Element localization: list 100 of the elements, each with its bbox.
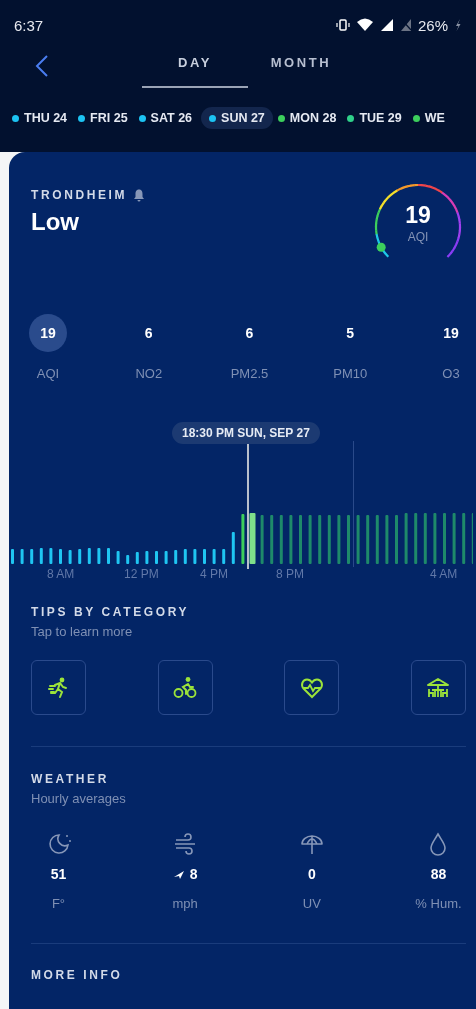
chart-bar	[327, 515, 331, 564]
chart-bar	[241, 514, 245, 564]
moon-icon	[46, 832, 71, 856]
chart-bar	[39, 548, 43, 564]
chart-bar	[366, 515, 370, 564]
section-subtitle: Hourly averages	[31, 791, 127, 806]
axis-label: 4 PM	[200, 567, 228, 581]
weather-value: 88	[430, 866, 447, 882]
chart-bar	[414, 513, 418, 564]
vibrate-icon	[335, 18, 350, 32]
weather-value: 0	[307, 866, 316, 882]
section-title: TIPS BY CATEGORY	[31, 605, 191, 619]
chart-bar	[164, 551, 168, 564]
day-chip[interactable]: WE	[410, 107, 451, 129]
chart-bar	[126, 555, 130, 564]
bell-icon[interactable]	[133, 188, 146, 202]
chart-bar	[193, 549, 197, 564]
pollutant-label: PM2.5	[230, 366, 269, 381]
chart-bar	[289, 515, 293, 564]
pollutant-label: O3	[442, 366, 460, 381]
wifi-icon	[355, 18, 374, 32]
chart-bar	[318, 515, 322, 564]
chart-bar	[145, 551, 149, 564]
direction-arrow-icon	[172, 868, 185, 880]
weather-value: 8	[189, 866, 198, 882]
chart-bar	[443, 513, 446, 564]
pollutant-value[interactable]: 19	[432, 314, 470, 352]
pollutant-value[interactable]: 5	[331, 314, 370, 352]
chart-bar	[116, 551, 120, 564]
air-quality-rating: Low	[31, 208, 80, 236]
back-icon	[35, 54, 49, 78]
time-tooltip: 18:30 PM SUN, SEP 27	[172, 422, 320, 444]
day-chip[interactable]: MON 28	[275, 107, 343, 129]
chart-bar	[270, 515, 274, 564]
wind-icon	[173, 832, 198, 856]
status-time: 6:37	[14, 16, 44, 34]
chart-bar	[249, 513, 256, 564]
chart-bar	[433, 513, 437, 564]
city-name: TRONDHEIM	[31, 188, 128, 202]
day-chip[interactable]: FRI 25	[76, 107, 134, 129]
pollutant-label: AQI	[36, 366, 60, 381]
chart-bar	[59, 549, 62, 564]
no-signal-icon	[399, 18, 412, 32]
chart-bar	[337, 515, 341, 564]
umbrella-table-icon	[426, 675, 451, 700]
chart-bar	[203, 549, 206, 564]
chart-bar	[299, 515, 302, 564]
day-chip[interactable]: THU 24	[10, 107, 74, 129]
category-button[interactable]	[157, 660, 213, 715]
chart-bar	[423, 513, 427, 564]
chart-bar	[107, 548, 110, 564]
chart-bar	[385, 515, 389, 564]
pollutant-value[interactable]: 19	[29, 314, 67, 352]
pollutant-value[interactable]: 6	[129, 314, 168, 352]
umbrella-icon	[299, 832, 324, 856]
day-chip[interactable]: SAT 26	[136, 107, 199, 129]
weather-unit: mph	[172, 896, 198, 911]
chart-bar	[174, 550, 178, 564]
chart-bar	[347, 515, 350, 564]
chart-bar	[404, 513, 408, 564]
aqi-label: AQI	[406, 230, 430, 244]
category-button[interactable]	[410, 660, 466, 715]
category-button[interactable]	[31, 660, 86, 715]
weather-unit: F°	[51, 896, 66, 911]
chart-bar	[279, 515, 283, 564]
battery-level: 26%	[417, 16, 448, 34]
chart-bar	[87, 548, 91, 564]
chart-bar	[395, 515, 398, 564]
tab[interactable]: MONTH	[248, 50, 354, 88]
chart-bar	[452, 513, 456, 564]
axis-label: 8 PM	[276, 567, 304, 581]
chart-bar	[49, 548, 53, 564]
chart-bar	[356, 515, 360, 564]
axis-label: 12 PM	[124, 567, 159, 581]
chart-bar	[97, 548, 101, 564]
pollutant-value[interactable]: 6	[230, 314, 269, 352]
day-chip[interactable]: SUN 27	[201, 107, 273, 129]
chart-bar	[20, 549, 24, 564]
chart-bar	[212, 549, 216, 564]
aqi-value: 19	[404, 202, 432, 229]
tab[interactable]: DAY	[142, 50, 248, 88]
weather-unit: % Hum.	[415, 896, 462, 911]
section-title: MORE INFO	[31, 968, 124, 982]
chart-bar	[308, 515, 312, 564]
chart-bar	[135, 552, 139, 564]
time-cursor[interactable]	[247, 441, 249, 569]
chart-bar	[68, 550, 72, 564]
axis-label: 4 AM	[430, 567, 458, 581]
chart-bar	[183, 549, 187, 564]
weather-value: 51	[50, 866, 67, 882]
day-chip[interactable]: TUE 29	[345, 107, 408, 129]
cyclist-icon	[173, 675, 198, 700]
chart-bar	[462, 513, 466, 564]
category-button[interactable]	[284, 660, 340, 715]
chart-bar	[30, 549, 34, 564]
chart-bar	[11, 549, 14, 564]
weather-unit: UV	[302, 896, 321, 911]
chart-bar	[78, 549, 82, 564]
gauge-marker	[376, 242, 386, 252]
signal-icon	[379, 18, 394, 32]
